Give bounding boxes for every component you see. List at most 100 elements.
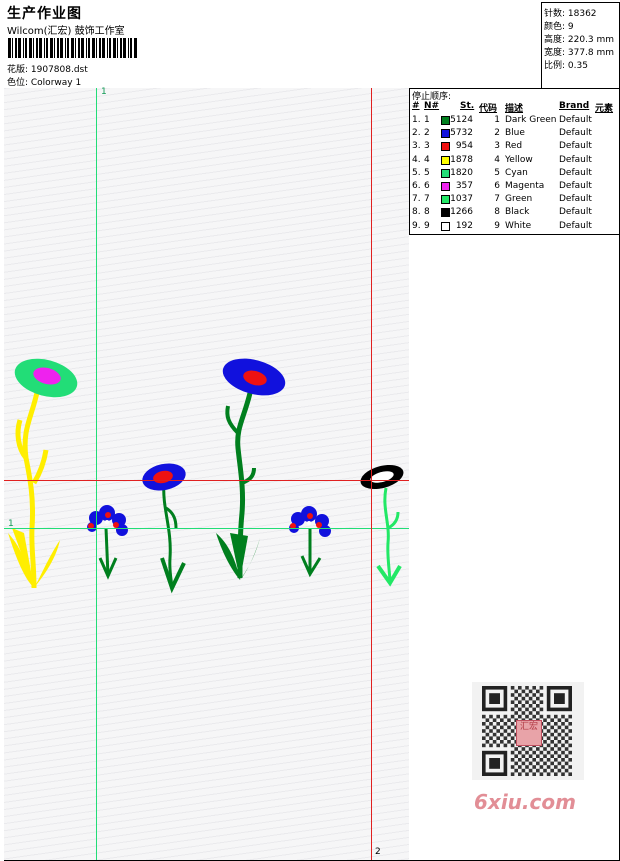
row-needle: 7 bbox=[424, 194, 430, 205]
row-brand: Default bbox=[559, 194, 592, 205]
row-description: Black bbox=[505, 207, 530, 218]
sheet-title: 生产作业图 bbox=[7, 6, 82, 22]
row-code: 3 bbox=[494, 141, 500, 152]
color-swatch bbox=[441, 155, 450, 165]
embroidery-drawing bbox=[8, 358, 404, 594]
stop-sequence-row[interactable]: 3. 3 954 3 Red Default bbox=[410, 141, 620, 154]
row-needle: 8 bbox=[424, 207, 430, 218]
flower-blue-medium bbox=[142, 463, 186, 594]
col-header-code: 代码 bbox=[479, 104, 498, 114]
row-number: 3. bbox=[412, 141, 421, 152]
stat-width: 宽度: 377.8 mm bbox=[544, 48, 615, 58]
color-swatch bbox=[441, 142, 450, 152]
col-header-num: # bbox=[412, 101, 420, 111]
col-header-stitches: St. bbox=[460, 101, 475, 111]
flower-cluster-left bbox=[87, 505, 128, 580]
row-stitches: 1878 bbox=[450, 154, 473, 165]
row-description: Cyan bbox=[505, 167, 528, 178]
row-number: 8. bbox=[412, 207, 421, 218]
row-stitches: 5124 bbox=[450, 115, 473, 125]
row-brand: Default bbox=[559, 181, 592, 191]
row-stitches: 1820 bbox=[450, 167, 473, 178]
col-header-brand: Brand bbox=[559, 101, 590, 111]
col-header-description: 描述 bbox=[505, 104, 524, 114]
row-needle: 2 bbox=[424, 128, 430, 139]
col-header-element: 元素 bbox=[595, 104, 614, 114]
row-code: 4 bbox=[494, 154, 500, 165]
row-stitches: 1037 bbox=[450, 194, 473, 205]
row-brand: Default bbox=[559, 207, 592, 218]
row-number: 9. bbox=[412, 220, 421, 231]
row-brand: Default bbox=[559, 115, 592, 125]
row-description: Dark Green bbox=[505, 115, 557, 125]
row-code: 8 bbox=[494, 207, 500, 218]
flower-blue-tall bbox=[216, 358, 286, 580]
guide-vertical-2[interactable] bbox=[371, 88, 372, 860]
stop-sequence-row[interactable]: 6. 6 357 6 Magenta Default bbox=[410, 181, 620, 194]
guide-h1-label: 1 bbox=[8, 519, 14, 529]
design-file-label: 花版: 1907808.dst bbox=[7, 65, 88, 75]
color-swatch bbox=[441, 129, 450, 139]
row-stitches: 192 bbox=[455, 220, 473, 231]
color-swatch bbox=[441, 168, 450, 178]
sheet-subtitle: Wilcom(汇宏) 鼓饰工作室 bbox=[7, 26, 125, 37]
row-number: 2. bbox=[412, 128, 421, 139]
row-stitches: 357 bbox=[455, 181, 473, 191]
row-description: Green bbox=[505, 194, 533, 205]
stop-sequence-panel: 停止顺序: # N# St. 代码 描述 Brand 元素 1. 1 5124 1 Da… bbox=[409, 88, 619, 235]
stop-sequence-row[interactable]: 4. 4 1878 4 Yellow Default bbox=[410, 155, 620, 168]
row-brand: Default bbox=[559, 128, 592, 139]
stop-sequence-row[interactable]: 9. 9 192 9 White Default bbox=[410, 221, 620, 234]
stop-sequence-row[interactable]: 5. 5 1820 5 Cyan Default bbox=[410, 168, 620, 181]
row-description: Magenta bbox=[505, 181, 545, 191]
row-code: 2 bbox=[494, 128, 500, 139]
colorway-label: 色位: Colorway 1 bbox=[7, 78, 82, 88]
row-needle: 9 bbox=[424, 220, 430, 231]
row-code: 6 bbox=[494, 181, 500, 191]
col-header-no: N# bbox=[424, 101, 440, 111]
qr-stamp: 汇宏 bbox=[516, 720, 542, 746]
row-needle: 1 bbox=[424, 115, 430, 125]
color-swatch bbox=[441, 182, 450, 191]
row-number: 4. bbox=[412, 154, 421, 165]
qr-watermark: 汇宏 bbox=[472, 682, 584, 780]
row-number: 7. bbox=[412, 194, 421, 205]
row-description: White bbox=[505, 220, 532, 231]
stat-scale: 比例: 0.35 bbox=[544, 61, 588, 71]
design-canvas[interactable]: 1 1 2 bbox=[4, 87, 409, 860]
color-swatch bbox=[441, 221, 450, 231]
color-swatch bbox=[441, 116, 450, 125]
row-needle: 3 bbox=[424, 141, 430, 152]
row-brand: Default bbox=[559, 141, 592, 152]
site-watermark: 6xiu.com bbox=[474, 790, 576, 814]
guide-horizontal-2[interactable] bbox=[4, 480, 409, 481]
guide-horizontal-1[interactable] bbox=[4, 528, 409, 529]
row-code: 7 bbox=[494, 194, 500, 205]
row-brand: Default bbox=[559, 167, 592, 178]
row-brand: Default bbox=[559, 220, 592, 231]
row-description: Blue bbox=[505, 128, 525, 139]
stat-stitches: 针数: 18362 bbox=[544, 9, 597, 19]
row-description: Yellow bbox=[505, 154, 533, 165]
stop-sequence-row[interactable]: 1. 1 5124 1 Dark Green Default bbox=[410, 115, 620, 128]
guide-v2-label: 2 bbox=[375, 847, 381, 857]
row-brand: Default bbox=[559, 154, 592, 165]
row-stitches: 954 bbox=[455, 141, 473, 152]
row-code: 1 bbox=[494, 115, 500, 125]
stat-colors: 颜色: 9 bbox=[544, 22, 574, 32]
stat-height: 高度: 220.3 mm bbox=[544, 35, 615, 45]
row-code: 5 bbox=[494, 167, 500, 178]
flower-cluster-right bbox=[289, 506, 331, 578]
row-number: 5. bbox=[412, 167, 421, 178]
row-needle: 6 bbox=[424, 181, 430, 191]
guide-vertical-1[interactable] bbox=[96, 88, 97, 860]
row-number: 6. bbox=[412, 181, 421, 191]
row-stitches: 1266 bbox=[450, 207, 473, 218]
row-code: 9 bbox=[494, 220, 500, 231]
stop-sequence-row[interactable]: 8. 8 1266 8 Black Default bbox=[410, 207, 620, 220]
color-swatch bbox=[441, 195, 450, 205]
barcode-image bbox=[8, 38, 137, 58]
stop-sequence-row[interactable]: 7. 7 1037 7 Green Default bbox=[410, 194, 620, 207]
row-description: Red bbox=[505, 141, 523, 152]
stop-sequence-row[interactable]: 2. 2 5732 2 Blue Default bbox=[410, 128, 620, 141]
